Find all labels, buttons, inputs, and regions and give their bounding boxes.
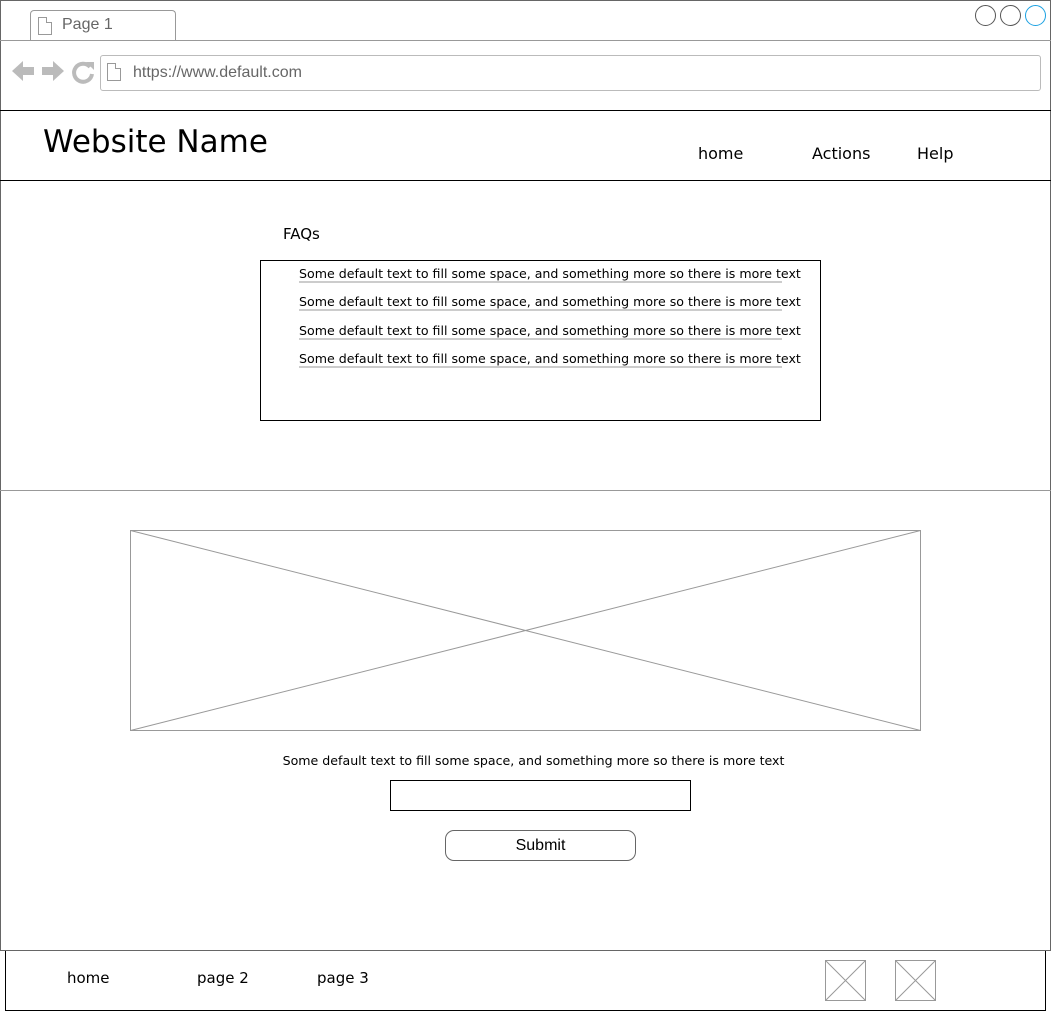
footer-link-home[interactable]: home bbox=[67, 969, 110, 987]
image-placeholder-icon[interactable] bbox=[895, 960, 936, 1001]
faq-item[interactable]: Some default text to fill some space, an… bbox=[299, 323, 801, 352]
image-placeholder-icon[interactable] bbox=[825, 960, 866, 1001]
close-icon[interactable] bbox=[1025, 5, 1046, 26]
submit-button[interactable]: Submit bbox=[445, 830, 636, 861]
faq-item[interactable]: Some default text to fill some space, an… bbox=[299, 294, 801, 323]
forward-arrow-icon[interactable] bbox=[40, 58, 66, 90]
faq-item[interactable]: Some default text to fill some space, an… bbox=[299, 351, 801, 380]
faq-item-text: Some default text to fill some space, an… bbox=[299, 266, 801, 281]
section-divider bbox=[0, 490, 1051, 491]
page-icon bbox=[38, 17, 52, 35]
tab-label: Page 1 bbox=[62, 16, 113, 33]
body-text: Some default text to fill some space, an… bbox=[282, 753, 785, 768]
page-icon bbox=[107, 63, 121, 81]
url-text[interactable]: https://www.default.com bbox=[133, 64, 302, 82]
text-input[interactable] bbox=[390, 780, 691, 811]
faq-item-text: Some default text to fill some space, an… bbox=[299, 323, 801, 338]
reload-icon[interactable] bbox=[70, 59, 96, 91]
site-name[interactable]: Website Name bbox=[43, 124, 268, 160]
faq-item[interactable]: Some default text to fill some space, an… bbox=[299, 266, 801, 295]
back-arrow-icon[interactable] bbox=[10, 58, 36, 90]
nav-link-actions[interactable]: Actions bbox=[812, 144, 870, 163]
footer bbox=[5, 951, 1046, 1011]
faq-title: FAQs bbox=[283, 225, 320, 243]
maximize-icon[interactable] bbox=[1000, 5, 1021, 26]
nav-link-help[interactable]: Help bbox=[917, 144, 953, 163]
footer-link-page-2[interactable]: page 2 bbox=[197, 969, 249, 987]
footer-link-page-3[interactable]: page 3 bbox=[317, 969, 369, 987]
image-placeholder bbox=[130, 530, 921, 731]
minimize-icon[interactable] bbox=[975, 5, 996, 26]
tabbar-divider bbox=[0, 40, 1051, 41]
faq-item-text: Some default text to fill some space, an… bbox=[299, 294, 801, 309]
nav-link-home[interactable]: home bbox=[698, 144, 743, 163]
faq-item-text: Some default text to fill some space, an… bbox=[299, 351, 801, 366]
